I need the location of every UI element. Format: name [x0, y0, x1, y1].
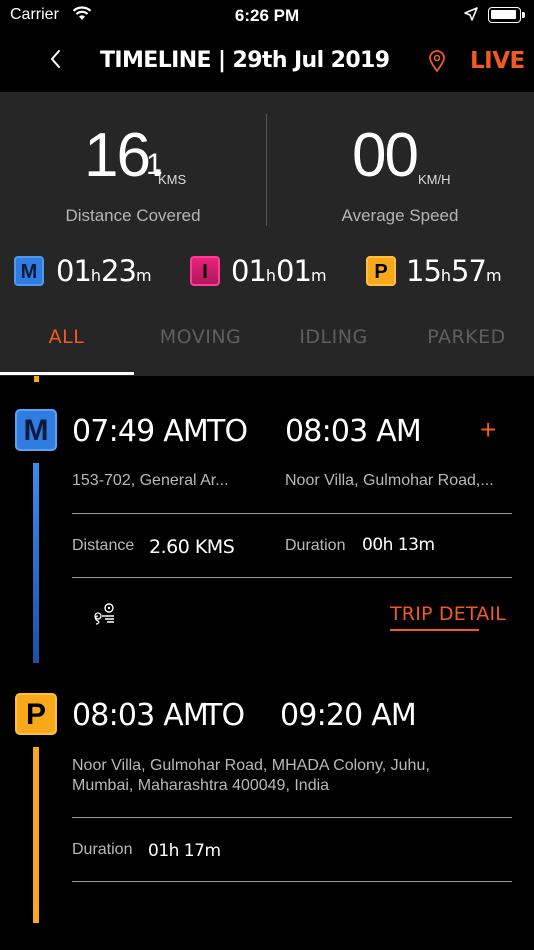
timeline-connector: [34, 376, 39, 382]
trip-detail-button[interactable]: TRIP DETAIL: [390, 603, 506, 625]
park-end-time: 09:20 AM: [280, 698, 417, 733]
moving-timeline-line: [33, 463, 39, 663]
divider: [72, 881, 512, 882]
moving-badge: M: [14, 256, 44, 286]
header: TIMELINE | 29th Jul 2019 LIVE: [0, 32, 534, 92]
tab-moving[interactable]: MOVING: [134, 326, 267, 348]
divider: [72, 513, 512, 514]
live-button[interactable]: LIVE: [470, 48, 525, 74]
parked-badge-large: P: [15, 693, 57, 735]
moving-badge-large: M: [15, 409, 57, 451]
park-start-time: 08:03 AM: [72, 698, 209, 733]
trip-end-time: 08:03 AM: [285, 414, 422, 449]
tab-all[interactable]: ALL: [0, 326, 133, 348]
duration-value: 00h 13m: [362, 535, 435, 555]
distance-label: Distance: [72, 537, 135, 554]
location-pin-icon[interactable]: [428, 49, 446, 78]
status-time: 6:26 PM: [234, 6, 300, 25]
tab-active-indicator: [0, 372, 134, 375]
moving-duration: 01h23m: [56, 254, 152, 288]
speed-label: Average Speed: [341, 206, 459, 225]
divider: [72, 577, 512, 578]
tab-parked[interactable]: PARKED: [400, 326, 533, 348]
parked-timeline-line: [33, 747, 39, 923]
park-to-label: TO: [204, 698, 245, 733]
trip-start-time: 07:49 AM: [72, 414, 209, 449]
idling-duration: 01h01m: [231, 254, 327, 288]
parked-badge: P: [366, 256, 396, 286]
back-chevron-icon[interactable]: [44, 44, 68, 74]
duration-label: Duration: [72, 841, 133, 858]
divider: [72, 817, 512, 818]
trip-from-address: 153-702, General Ar...: [72, 472, 229, 489]
park-address: Noor Villa, Gulmohar Road, MHADA Colony,…: [72, 757, 430, 794]
parked-duration: 15h57m: [406, 254, 502, 288]
battery-tip: [522, 12, 525, 18]
tab-idling[interactable]: IDLING: [267, 326, 400, 348]
plus-icon[interactable]: +: [480, 414, 496, 446]
battery-icon: [488, 7, 521, 23]
trip-detail-underline: [390, 629, 479, 631]
duration-value: 01h 17m: [148, 841, 221, 861]
trip-to-label: TO: [207, 414, 248, 449]
distance-unit: KMS: [158, 172, 187, 187]
distance-value: 2.60 KMS: [149, 536, 235, 558]
page-title: TIMELINE | 29th Jul 2019: [100, 48, 390, 73]
location-arrow-icon: [464, 7, 478, 26]
duration-label: Duration: [285, 537, 346, 554]
trip-to-address: Noor Villa, Gulmohar Road,...: [285, 472, 494, 489]
idling-badge: I: [190, 256, 220, 286]
status-bar: Carrier 6:26 PM: [0, 0, 534, 32]
distance-label: Distance Covered: [65, 206, 201, 225]
route-icon[interactable]: [92, 602, 118, 631]
speed-value: 00: [352, 121, 419, 190]
speed-unit: KM/H: [418, 172, 451, 187]
